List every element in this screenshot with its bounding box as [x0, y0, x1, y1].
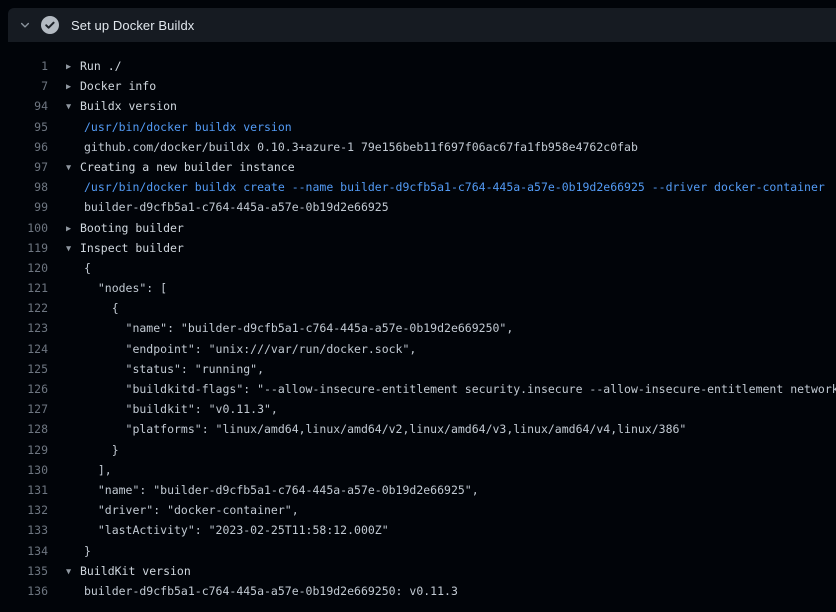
- line-number[interactable]: 127: [0, 399, 48, 419]
- line-number[interactable]: 128: [0, 419, 48, 439]
- line-number[interactable]: 134: [0, 541, 48, 561]
- line-number[interactable]: 100: [0, 218, 48, 238]
- log-output-text: "driver": "docker-container",: [66, 500, 836, 520]
- chevron-down-icon[interactable]: [18, 18, 32, 32]
- step-header[interactable]: Set up Docker Buildx: [8, 8, 836, 42]
- line-number[interactable]: 94: [0, 96, 48, 116]
- line-number[interactable]: 96: [0, 137, 48, 157]
- log-line-row: 134}: [0, 541, 836, 561]
- log-lines: 1▶Run ./7▶Docker info94▼Buildx version95…: [0, 42, 836, 601]
- log-line-row: 96 github.com/docker/buildx 0.10.3+azure-…: [0, 137, 836, 157]
- log-group-title[interactable]: Booting builder: [80, 221, 184, 235]
- log-group-title[interactable]: BuildKit version: [80, 564, 191, 578]
- line-number[interactable]: 129: [0, 440, 48, 460]
- line-number[interactable]: 7: [0, 76, 48, 96]
- log-line-row: 98/usr/bin/docker buildx create --name b…: [0, 177, 836, 197]
- log-group-row[interactable]: 1 ▶Run ./: [0, 56, 836, 76]
- actions-log-panel: Set up Docker Buildx 1▶Run ./7▶Docker in…: [0, 8, 836, 601]
- log-output-text: builder-d9cfb5a1-c764-445a-a57e-0b19d2e6…: [66, 581, 836, 601]
- log-group-title[interactable]: Run ./: [80, 59, 122, 73]
- line-number[interactable]: 99: [0, 197, 48, 217]
- line-number[interactable]: 120: [0, 258, 48, 278]
- line-number[interactable]: 135: [0, 561, 48, 581]
- line-number[interactable]: 125: [0, 359, 48, 379]
- line-number[interactable]: 121: [0, 278, 48, 298]
- log-line-row: 124 "endpoint": "unix:///var/run/docker.…: [0, 339, 836, 359]
- log-line-row: 130 ],: [0, 460, 836, 480]
- log-output-text: "nodes": [: [66, 278, 836, 298]
- chevron-right-icon[interactable]: ▶: [66, 57, 80, 76]
- log-line-row: 95/usr/bin/docker buildx version: [0, 117, 836, 137]
- log-output-text: }: [66, 541, 836, 561]
- log-line-row: 127 "buildkit": "v0.11.3",: [0, 399, 836, 419]
- log-output-text: {: [66, 298, 836, 318]
- log-output-text: "platforms": "linux/amd64,linux/amd64/v2…: [66, 419, 836, 439]
- log-output-text: "buildkit": "v0.11.3",: [66, 399, 836, 419]
- log-output-text: "name": "builder-d9cfb5a1-c764-445a-a57e…: [66, 480, 836, 500]
- line-number[interactable]: 97: [0, 157, 48, 177]
- line-number[interactable]: 133: [0, 520, 48, 540]
- log-line-row: 128 "platforms": "linux/amd64,linux/amd6…: [0, 419, 836, 439]
- log-group-row[interactable]: 7 ▶Docker info: [0, 76, 836, 96]
- line-number[interactable]: 95: [0, 117, 48, 137]
- log-group-row[interactable]: 94 ▼Buildx version: [0, 96, 836, 116]
- line-number[interactable]: 132: [0, 500, 48, 520]
- log-output-text: ],: [66, 460, 836, 480]
- chevron-down-icon[interactable]: ▼: [66, 562, 80, 581]
- log-line-row: 136 builder-d9cfb5a1-c764-445a-a57e-0b19d…: [0, 581, 836, 601]
- line-number[interactable]: 124: [0, 339, 48, 359]
- line-number[interactable]: 136: [0, 581, 48, 601]
- log-line-row: 132 "driver": "docker-container",: [0, 500, 836, 520]
- log-group-row[interactable]: 119 ▼Inspect builder: [0, 238, 836, 258]
- line-number[interactable]: 130: [0, 460, 48, 480]
- log-line-row: 120 {: [0, 258, 836, 278]
- log-group-row[interactable]: 100 ▶Booting builder: [0, 218, 836, 238]
- log-group-row[interactable]: 135 ▼BuildKit version: [0, 561, 836, 581]
- line-number[interactable]: 119: [0, 238, 48, 258]
- line-number[interactable]: 98: [0, 177, 48, 197]
- log-group-title[interactable]: Buildx version: [80, 99, 177, 113]
- log-output-text: }: [66, 440, 836, 460]
- log-output-text: "status": "running",: [66, 359, 836, 379]
- success-check-icon: [41, 16, 59, 34]
- log-output-text: "lastActivity": "2023-02-25T11:58:12.000…: [66, 520, 836, 540]
- log-line-row: 133 "lastActivity": "2023-02-25T11:58:12…: [0, 520, 836, 540]
- log-output-text: "name": "builder-d9cfb5a1-c764-445a-a57e…: [66, 318, 836, 338]
- log-line-row: 126 "buildkitd-flags": "--allow-insecure…: [0, 379, 836, 399]
- log-line-row: 125 "status": "running",: [0, 359, 836, 379]
- log-output-text: "endpoint": "unix:///var/run/docker.sock…: [66, 339, 836, 359]
- log-group-title[interactable]: Creating a new builder instance: [80, 160, 295, 174]
- chevron-down-icon[interactable]: ▼: [66, 158, 80, 177]
- line-number[interactable]: 126: [0, 379, 48, 399]
- line-number[interactable]: 1: [0, 56, 48, 76]
- chevron-right-icon[interactable]: ▶: [66, 77, 80, 96]
- step-title: Set up Docker Buildx: [71, 18, 194, 33]
- log-group-title[interactable]: Docker info: [80, 79, 156, 93]
- log-line-row: 129 }: [0, 440, 836, 460]
- log-output-text: github.com/docker/buildx 0.10.3+azure-1 …: [66, 137, 836, 157]
- log-group-title[interactable]: Inspect builder: [80, 241, 184, 255]
- chevron-down-icon[interactable]: ▼: [66, 239, 80, 258]
- chevron-right-icon[interactable]: ▶: [66, 219, 80, 238]
- log-output-text: {: [66, 258, 836, 278]
- log-line-row: 123 "name": "builder-d9cfb5a1-c764-445a-…: [0, 318, 836, 338]
- line-number[interactable]: 123: [0, 318, 48, 338]
- log-output-text: "buildkitd-flags": "--allow-insecure-ent…: [66, 379, 836, 399]
- line-number[interactable]: 122: [0, 298, 48, 318]
- log-output-text: builder-d9cfb5a1-c764-445a-a57e-0b19d2e6…: [66, 197, 836, 217]
- log-line-row: 121 "nodes": [: [0, 278, 836, 298]
- log-command-text: /usr/bin/docker buildx version: [66, 117, 836, 137]
- line-number[interactable]: 131: [0, 480, 48, 500]
- log-line-row: 99 builder-d9cfb5a1-c764-445a-a57e-0b19d2…: [0, 197, 836, 217]
- chevron-down-icon[interactable]: ▼: [66, 97, 80, 116]
- log-group-row[interactable]: 97 ▼Creating a new builder instance: [0, 157, 836, 177]
- log-line-row: 122 {: [0, 298, 836, 318]
- log-line-row: 131 "name": "builder-d9cfb5a1-c764-445a-…: [0, 480, 836, 500]
- log-command-text: /usr/bin/docker buildx create --name bui…: [66, 177, 836, 197]
